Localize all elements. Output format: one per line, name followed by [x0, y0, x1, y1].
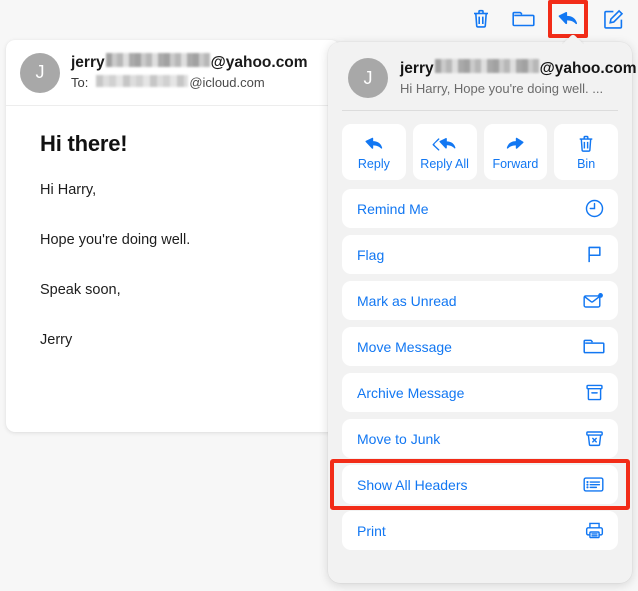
email-body-line: Jerry — [40, 332, 73, 348]
archive-icon — [584, 382, 605, 403]
email-body: Hi there! Hi Harry, Hope you're doing we… — [6, 106, 340, 350]
email-subject: Hi there! — [40, 131, 128, 156]
menu-item-remind-me[interactable]: Remind Me — [342, 189, 618, 228]
email-body-line: Speak soon, — [40, 282, 121, 298]
bin-action-button[interactable]: Bin — [554, 124, 618, 180]
trash-icon — [471, 8, 491, 30]
mail-app-screen: J jerry @yahoo.com To: @icloud.com Hi th… — [0, 0, 638, 591]
trash-icon — [577, 133, 595, 155]
avatar: J — [348, 58, 388, 98]
menu-item-archive-message[interactable]: Archive Message — [342, 373, 618, 412]
reply-all-action-label: Reply All — [420, 157, 469, 171]
junk-icon — [584, 428, 605, 449]
menu-item-label: Move Message — [357, 338, 452, 355]
email-to-suffix: @icloud.com — [189, 75, 265, 90]
folder-icon — [583, 337, 605, 356]
bin-action-label: Bin — [577, 157, 596, 171]
menu-item-move-message[interactable]: Move Message — [342, 327, 618, 366]
email-from-suffix: @yahoo.com — [210, 54, 308, 71]
compose-icon — [603, 9, 624, 30]
avatar: J — [20, 52, 60, 93]
unread-envelope-icon — [582, 291, 605, 311]
reply-action-button[interactable]: Reply — [342, 124, 406, 180]
headers-list-icon — [582, 475, 605, 494]
flag-icon — [584, 244, 605, 265]
popover-from-prefix: jerry — [400, 60, 434, 77]
popover-menu-list: Remind Me Flag Mark as Unread Move Messa… — [330, 189, 630, 550]
reply-icon — [556, 9, 580, 30]
menu-item-label: Move to Junk — [357, 430, 441, 447]
popover-message-preview: Hi Harry, Hope you're doing well. ... — [400, 81, 604, 96]
menu-item-flag[interactable]: Flag — [342, 235, 618, 274]
email-body-line: Hope you're doing well. — [40, 232, 191, 248]
reply-all-icon — [432, 133, 458, 155]
email-to-line: To: @icloud.com — [71, 74, 308, 92]
popover-from-line: jerry @yahoo.com — [400, 59, 637, 78]
email-from-line: jerry @yahoo.com — [71, 53, 308, 72]
menu-item-label: Remind Me — [357, 200, 429, 217]
reply-button[interactable] — [551, 2, 585, 36]
forward-action-label: Forward — [492, 157, 539, 171]
redacted-recipient-local-part — [96, 75, 189, 87]
menu-item-label: Archive Message — [357, 384, 465, 401]
redacted-sender-local-part — [434, 59, 539, 73]
move-to-folder-button[interactable] — [506, 2, 540, 36]
printer-icon — [584, 520, 605, 541]
reply-all-action-button[interactable]: Reply All — [412, 124, 477, 180]
email-to-label: To: — [71, 75, 89, 90]
menu-item-label: Show All Headers — [357, 476, 468, 493]
email-from-prefix: jerry — [71, 54, 105, 71]
redacted-sender-local-part — [105, 53, 210, 67]
forward-action-button[interactable]: Forward — [483, 124, 548, 180]
reply-action-label: Reply — [357, 157, 390, 171]
menu-item-print[interactable]: Print — [342, 511, 618, 550]
quick-actions-row: Reply Reply All Forward Bin — [342, 124, 618, 180]
menu-item-label: Flag — [357, 246, 385, 263]
clock-icon — [584, 198, 605, 219]
folder-icon — [511, 9, 535, 29]
menu-item-label: Print — [357, 522, 386, 539]
email-header-lines: jerry @yahoo.com To: @icloud.com — [71, 53, 308, 92]
email-message-card: J jerry @yahoo.com To: @icloud.com Hi th… — [6, 40, 340, 432]
forward-icon — [504, 133, 526, 155]
menu-item-mark-as-unread[interactable]: Mark as Unread — [342, 281, 618, 320]
menu-item-show-all-headers[interactable]: Show All Headers — [330, 459, 630, 510]
menu-item-move-to-junk[interactable]: Move to Junk — [342, 419, 618, 458]
popover-header: J jerry @yahoo.com Hi Harry, Hope you're… — [342, 52, 637, 111]
menu-item-label: Mark as Unread — [357, 292, 457, 309]
popover-arrow — [562, 33, 584, 44]
message-toolbar — [464, 0, 630, 38]
compose-button[interactable] — [596, 2, 630, 36]
delete-button[interactable] — [464, 2, 498, 36]
email-body-line: Hi Harry, — [40, 182, 97, 198]
popover-header-lines: jerry @yahoo.com Hi Harry, Hope you're d… — [400, 59, 637, 97]
popover-from-suffix: @yahoo.com — [539, 60, 637, 77]
reply-actions-popover: J jerry @yahoo.com Hi Harry, Hope you're… — [328, 42, 637, 583]
email-header: J jerry @yahoo.com To: @icloud.com — [6, 40, 340, 106]
reply-icon — [363, 133, 385, 155]
